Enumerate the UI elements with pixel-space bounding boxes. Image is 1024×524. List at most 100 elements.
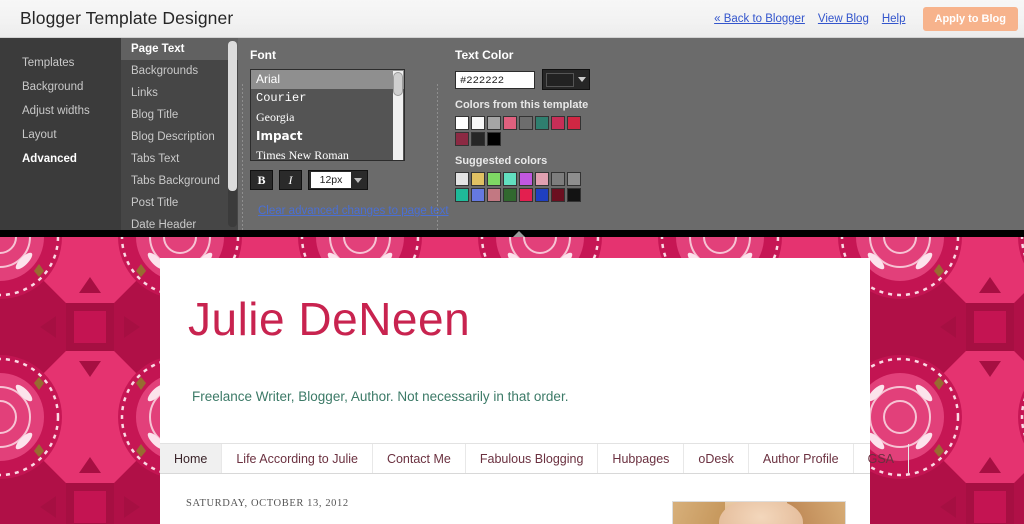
subnav-item-date-header[interactable]: Date Header (121, 214, 238, 230)
blog-tab-gsa[interactable]: GSA (854, 444, 909, 473)
suggested-color-swatch-12[interactable] (519, 188, 533, 202)
primary-nav: Templates Background Adjust widths Layou… (0, 38, 121, 230)
font-option-impact[interactable]: Impact (251, 127, 404, 146)
font-panel: Font Arial Courier Georgia Impact Times … (250, 38, 449, 230)
suggested-color-swatch-15[interactable] (567, 188, 581, 202)
view-blog-link[interactable]: View Blog (818, 13, 869, 25)
blog-tab-odesk[interactable]: oDesk (684, 444, 749, 473)
blog-tab-hubpages[interactable]: Hubpages (598, 444, 685, 473)
suggested-color-swatch-13[interactable] (535, 188, 549, 202)
sidebar-item-adjust-widths[interactable]: Adjust widths (0, 99, 121, 123)
panel-collapse-bar (0, 230, 1024, 237)
chevron-down-icon (354, 177, 362, 183)
subnav-item-blog-description[interactable]: Blog Description (121, 126, 238, 148)
blog-page-body: Julie DeNeen Freelance Writer, Blogger, … (160, 258, 909, 524)
blog-tab-fabulous-blogging[interactable]: Fabulous Blogging (466, 444, 599, 473)
page-title: Blogger Template Designer (20, 8, 234, 28)
suggested-color-swatch-6[interactable] (551, 172, 565, 186)
template-color-swatch-8[interactable] (455, 132, 469, 146)
template-color-swatch-9[interactable] (471, 132, 485, 146)
chevron-down-icon (578, 77, 586, 82)
text-color-panel: Text Color #222222 Colors from this temp… (455, 38, 855, 230)
top-nav: « Back to Blogger View Blog Help Apply t… (714, 0, 1018, 38)
suggested-color-swatch-0[interactable] (455, 172, 469, 186)
post-title[interactable]: Hi (186, 520, 208, 524)
panel-divider-2 (437, 84, 438, 244)
sidebar-item-advanced[interactable]: Advanced (0, 147, 121, 171)
template-color-swatch-0[interactable] (455, 116, 469, 130)
template-colors-label: Colors from this template (455, 99, 589, 111)
font-style-controls: B I 12px (250, 170, 430, 190)
subnav-item-links[interactable]: Links (121, 82, 238, 104)
template-color-swatch-5[interactable] (535, 116, 549, 130)
color-hex-input[interactable]: #222222 (455, 70, 535, 89)
suggested-color-swatch-2[interactable] (487, 172, 501, 186)
template-color-swatch-10[interactable] (487, 132, 501, 146)
template-color-swatch-6[interactable] (551, 116, 565, 130)
sidebar-item-layout[interactable]: Layout (0, 123, 121, 147)
color-swatch-dropdown[interactable] (542, 69, 590, 90)
subnav-item-blog-title[interactable]: Blog Title (121, 104, 238, 126)
subnav-item-backgrounds[interactable]: Backgrounds (121, 60, 238, 82)
blog-description: Freelance Writer, Blogger, Author. Not n… (192, 389, 569, 404)
apply-to-blog-button[interactable]: Apply to Blog (922, 7, 1018, 31)
template-colors-grid (455, 116, 583, 146)
sidebar-item-background[interactable]: Background (0, 75, 121, 99)
help-link[interactable]: Help (882, 13, 906, 25)
text-color-panel-label: Text Color (455, 48, 514, 62)
suggested-color-swatch-7[interactable] (567, 172, 581, 186)
sidebar-item-templates[interactable]: Templates (0, 51, 121, 75)
font-list-scrollbar-thumb[interactable] (393, 72, 403, 96)
font-option-georgia[interactable]: Georgia (251, 108, 404, 127)
template-color-swatch-7[interactable] (567, 116, 581, 130)
italic-button[interactable]: I (279, 170, 302, 190)
back-to-blogger-link[interactable]: « Back to Blogger (714, 13, 805, 25)
current-color-swatch (546, 72, 574, 87)
blog-tab-life-according-to-julie[interactable]: Life According to Julie (222, 444, 373, 473)
subnav-item-post-title[interactable]: Post Title (121, 192, 238, 214)
blog-tab-author-profile[interactable]: Author Profile (749, 444, 854, 473)
bold-button[interactable]: B (250, 170, 273, 190)
photo-face (719, 502, 803, 524)
template-color-swatch-2[interactable] (487, 116, 501, 130)
clear-advanced-changes-link[interactable]: Clear advanced changes to page text (258, 205, 449, 217)
blog-tab-home[interactable]: Home (160, 444, 223, 473)
suggested-color-swatch-14[interactable] (551, 188, 565, 202)
designer-app: Blogger Template Designer « Back to Blog… (0, 0, 1024, 524)
font-size-select[interactable]: 12px (308, 170, 368, 190)
suggested-color-swatch-8[interactable] (455, 188, 469, 202)
font-option-arial[interactable]: Arial (251, 70, 404, 89)
suggested-color-swatch-10[interactable] (487, 188, 501, 202)
subnav-item-tabs-background[interactable]: Tabs Background (121, 170, 238, 192)
color-hex-row: #222222 (455, 69, 855, 90)
post-date-header: SATURDAY, OCTOBER 13, 2012 (186, 498, 349, 509)
subnav-scrollbar-thumb[interactable] (228, 41, 237, 191)
subnav-item-tabs-text[interactable]: Tabs Text (121, 148, 238, 170)
suggested-color-swatch-9[interactable] (471, 188, 485, 202)
suggested-color-swatch-3[interactable] (503, 172, 517, 186)
font-option-times-new-roman[interactable]: Times New Roman (251, 146, 404, 160)
font-option-courier[interactable]: Courier (251, 89, 404, 108)
profile-photo (672, 501, 846, 524)
blog-tab-bar: Home Life According to Julie Contact Me Fab… (160, 443, 909, 474)
suggested-color-swatch-1[interactable] (471, 172, 485, 186)
designer-panel: Templates Background Adjust widths Layou… (0, 38, 1024, 244)
template-color-swatch-1[interactable] (471, 116, 485, 130)
blog-title: Julie DeNeen (188, 293, 471, 345)
template-color-swatch-4[interactable] (519, 116, 533, 130)
secondary-nav: Page Text Backgrounds Links Blog Title B… (121, 38, 238, 230)
suggested-color-swatch-5[interactable] (535, 172, 549, 186)
suggested-color-swatch-11[interactable] (503, 188, 517, 202)
suggested-colors-grid (455, 172, 583, 202)
font-list[interactable]: Arial Courier Georgia Impact Times New R… (250, 69, 405, 161)
blog-preview: Julie DeNeen Freelance Writer, Blogger, … (0, 237, 1024, 524)
top-header-bar: Blogger Template Designer « Back to Blog… (0, 0, 1024, 38)
suggested-color-swatch-4[interactable] (519, 172, 533, 186)
blog-tab-contact-me[interactable]: Contact Me (373, 444, 466, 473)
template-color-swatch-3[interactable] (503, 116, 517, 130)
font-panel-label: Font (250, 48, 276, 62)
photo-hair-left (673, 502, 725, 524)
font-size-value: 12px (311, 172, 351, 188)
panel-divider-1 (242, 84, 243, 244)
subnav-item-page-text[interactable]: Page Text (121, 38, 238, 60)
